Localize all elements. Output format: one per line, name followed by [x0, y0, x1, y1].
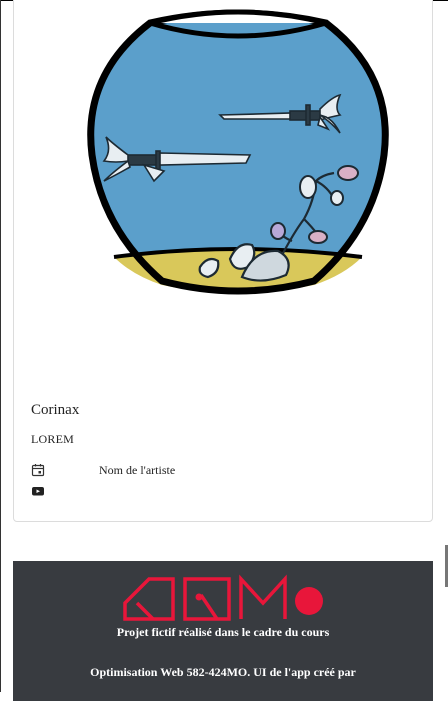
artwork-title: Corinax — [31, 402, 80, 418]
artist-name: Nom de l'artiste — [99, 463, 176, 477]
date-row — [31, 462, 45, 478]
footer-project-text: Projet fictif réalisé dans le cadre du c… — [116, 625, 330, 639]
footer-course-text: Optimisation Web 582-424MO. UI de l'app … — [90, 665, 356, 679]
artwork-card[interactable]: Corinax LOREM Nom de l'artiste — [13, 0, 433, 522]
video-icon[interactable] — [31, 484, 45, 498]
calendar-icon — [31, 464, 45, 477]
artwork-subtitle: LOREM — [31, 432, 74, 446]
footer: Projet fictif réalisé dans le cadre du c… — [13, 561, 433, 701]
fishbowl-artwork — [87, 9, 389, 295]
frame-border-left — [0, 0, 1, 692]
aqm-logo — [123, 574, 323, 621]
video-row — [31, 483, 45, 499]
